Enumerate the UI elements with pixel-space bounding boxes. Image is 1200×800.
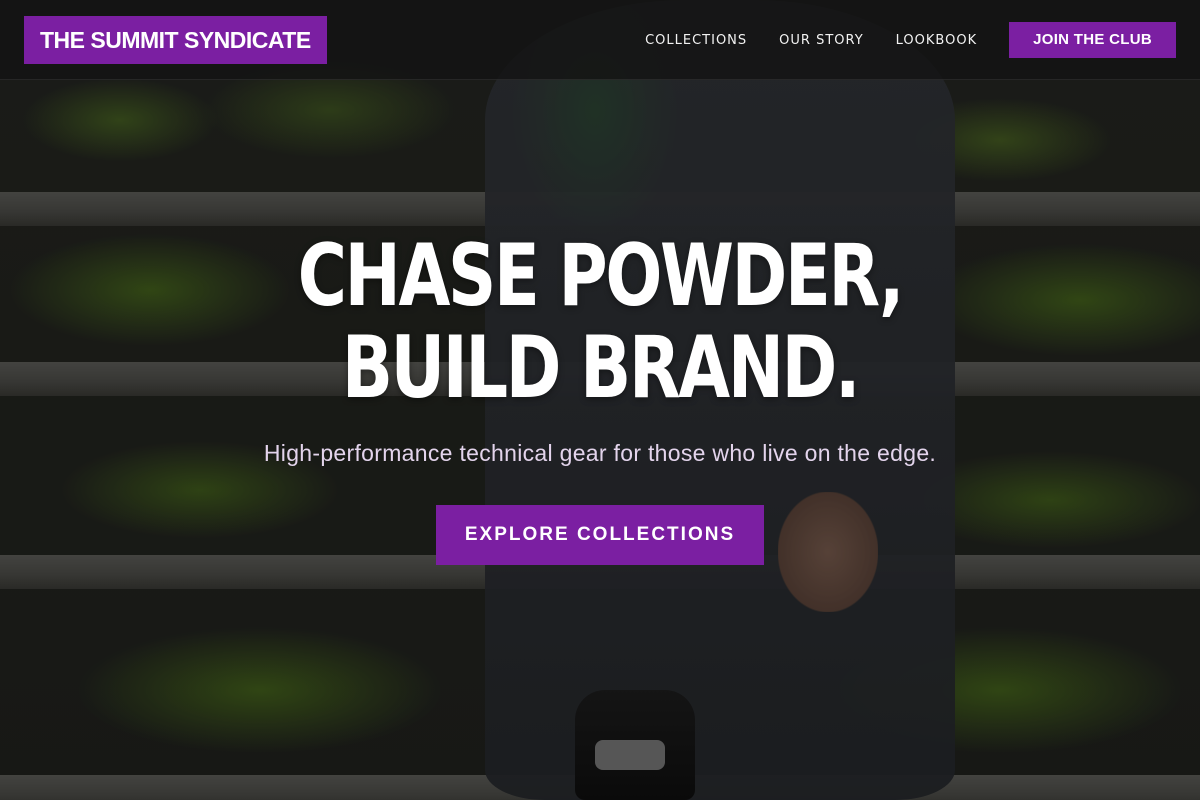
nav-link-collections[interactable]: COLLECTIONS [645, 33, 747, 48]
hero-title-line-2: BUILD BRAND. [341, 318, 861, 418]
hero-section: CHASE POWDER, BUILD BRAND. High-performa… [0, 230, 1200, 565]
nav-link-lookbook[interactable]: LOOKBOOK [896, 33, 977, 48]
hero-subtitle: High-performance technical gear for thos… [263, 440, 937, 466]
brand-logo[interactable]: THE SUMMIT SYNDICATE [24, 16, 327, 64]
hero-title: CHASE POWDER, BUILD BRAND. [132, 230, 1068, 414]
explore-collections-button[interactable]: EXPLORE COLLECTIONS [436, 505, 764, 565]
nav-link-our-story[interactable]: OUR STORY [779, 33, 863, 48]
hero-title-line-1: CHASE POWDER, [297, 226, 905, 326]
site-header: THE SUMMIT SYNDICATE COLLECTIONS OUR STO… [0, 0, 1200, 80]
join-the-club-button[interactable]: JOIN THE CLUB [1009, 22, 1176, 58]
main-nav: COLLECTIONS OUR STORY LOOKBOOK JOIN THE … [645, 22, 1176, 58]
